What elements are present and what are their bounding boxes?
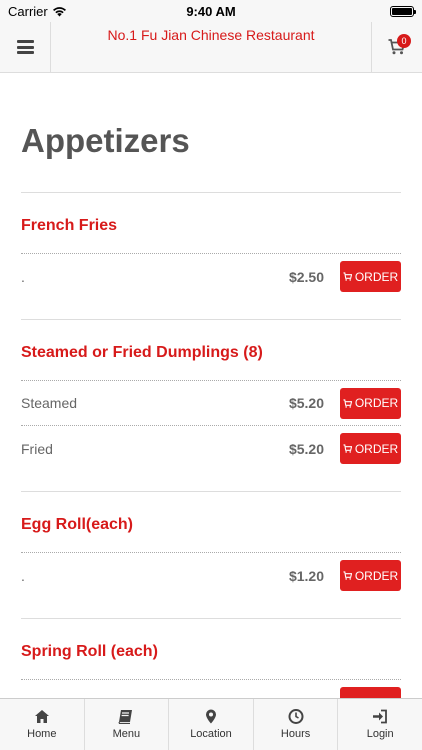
tab-label: Home <box>27 728 57 740</box>
app-header: No.1 Fu Jian Chinese Restaurant 0 <box>0 22 422 73</box>
tab-label: Login <box>366 728 394 740</box>
order-button[interactable]: ORDER <box>340 433 401 464</box>
menu-category: Egg Roll(each). $1.20 ORDER <box>21 492 401 619</box>
status-left: Carrier <box>8 4 67 19</box>
item-name: Fried <box>21 440 53 457</box>
hamburger-icon <box>16 40 34 54</box>
order-button-label: ORDER <box>354 396 399 410</box>
order-button-label: ORDER <box>354 441 399 456</box>
order-button[interactable]: ORDER <box>340 687 401 698</box>
carrier-label: Carrier <box>8 3 48 19</box>
menu-item-row: . $2.50 ORDER <box>21 254 401 299</box>
cart-count-badge: 0 <box>397 34 411 48</box>
menu-item-row: Fried $5.20 ORDER <box>21 426 401 471</box>
item-price: $5.20 <box>288 395 324 411</box>
menu-category: Spring Roll (each).$1.20ORDER <box>21 619 401 698</box>
book-icon <box>118 710 133 724</box>
tab-label: Location <box>190 728 232 740</box>
bottom-tab-bar: Home Menu Location Hours Login <box>0 698 422 750</box>
item-name: Steamed <box>21 395 78 411</box>
category-title: Egg Roll(each) <box>21 492 401 553</box>
status-bar: Carrier 9:40 AM <box>0 0 422 22</box>
home-icon <box>34 710 49 723</box>
order-button[interactable]: ORDER <box>340 261 401 292</box>
menu-content[interactable]: Appetizers French Fries. $2.50 ORDER Steame… <box>0 74 422 698</box>
category-title: Steamed or Fried Dumplings (8) <box>21 320 401 381</box>
tab-menu[interactable]: Menu <box>85 699 170 750</box>
order-button[interactable]: ORDER <box>340 387 401 419</box>
menu-category: Steamed or Fried Dumplings (8) Steamed $5.… <box>21 320 401 492</box>
tab-login[interactable]: Login <box>338 699 422 750</box>
tab-location[interactable]: Location <box>169 699 254 750</box>
cart-icon <box>343 398 352 408</box>
cart-icon <box>343 444 352 453</box>
order-button-label: ORDER <box>354 568 399 583</box>
tab-hours[interactable]: Hours <box>254 699 339 750</box>
item-name: . <box>21 268 25 285</box>
tab-label: Menu <box>112 728 141 740</box>
tab-home[interactable]: Home <box>0 699 85 750</box>
clock-icon <box>288 709 304 724</box>
category-title: French Fries <box>21 193 401 254</box>
menu-item-row: Steamed $5.20 ORDER <box>21 381 401 426</box>
wifi-icon <box>52 6 66 16</box>
sign-in-icon <box>373 709 388 724</box>
item-name: . <box>21 567 25 584</box>
menu-button[interactable] <box>0 22 51 72</box>
menu-category: French Fries. $2.50 ORDER <box>21 193 401 320</box>
map-pin-icon <box>205 709 216 724</box>
page-title: Appetizers <box>21 122 401 193</box>
category-list: French Fries. $2.50 ORDER Steamed or Fried … <box>21 193 401 698</box>
category-title: Spring Roll (each) <box>21 619 401 680</box>
cart-icon <box>343 571 352 580</box>
menu-item-row: . $1.20 ORDER <box>21 553 401 598</box>
cart-icon <box>343 272 352 281</box>
menu-item-row: .$1.20ORDER <box>21 680 401 698</box>
item-price: $1.20 <box>288 567 324 584</box>
tab-label: Hours <box>280 728 311 740</box>
item-price: $5.20 <box>288 440 324 457</box>
battery-icon <box>390 5 416 17</box>
order-button-label: ORDER <box>354 269 399 284</box>
order-button[interactable]: ORDER <box>340 560 401 591</box>
restaurant-title: No.1 Fu Jian Chinese Restaurant <box>107 27 315 43</box>
item-price: $2.50 <box>288 268 324 285</box>
cart-button[interactable]: 0 <box>371 22 422 72</box>
